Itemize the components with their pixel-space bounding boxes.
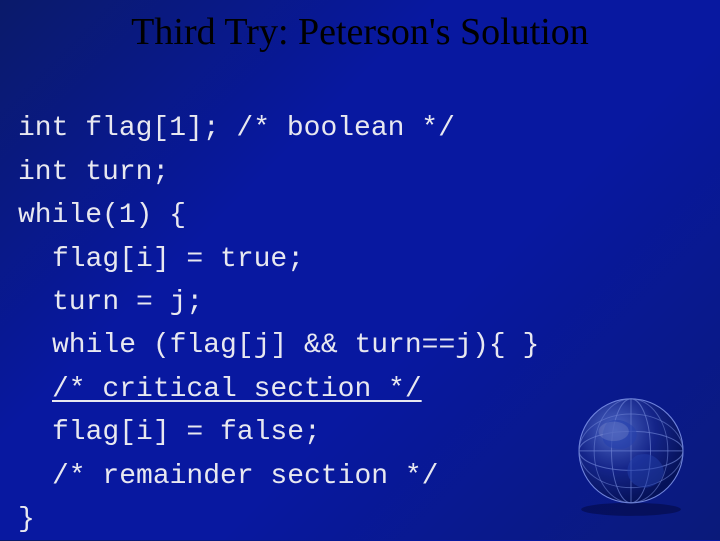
code-line-2: int turn; — [18, 157, 169, 188]
slide: Third Try: Peterson's Solution int flag[… — [0, 0, 720, 540]
code-line-6: while (flag[j] && turn==j){ } — [18, 330, 539, 361]
code-line-3: while(1) { — [18, 200, 186, 231]
code-line-4: flag[i] = true; — [18, 244, 304, 275]
slide-title: Third Try: Peterson's Solution — [0, 0, 720, 64]
code-line-5: turn = j; — [18, 287, 203, 318]
code-line-8: flag[i] = false; — [18, 417, 321, 448]
code-line-1: int flag[1]; /* boolean */ — [18, 113, 455, 144]
code-line-9: /* remainder section */ — [18, 461, 438, 492]
globe-icon — [566, 388, 696, 518]
code-line-7-critical-section: /* critical section */ — [18, 374, 422, 405]
code-line-10: } — [18, 504, 35, 535]
